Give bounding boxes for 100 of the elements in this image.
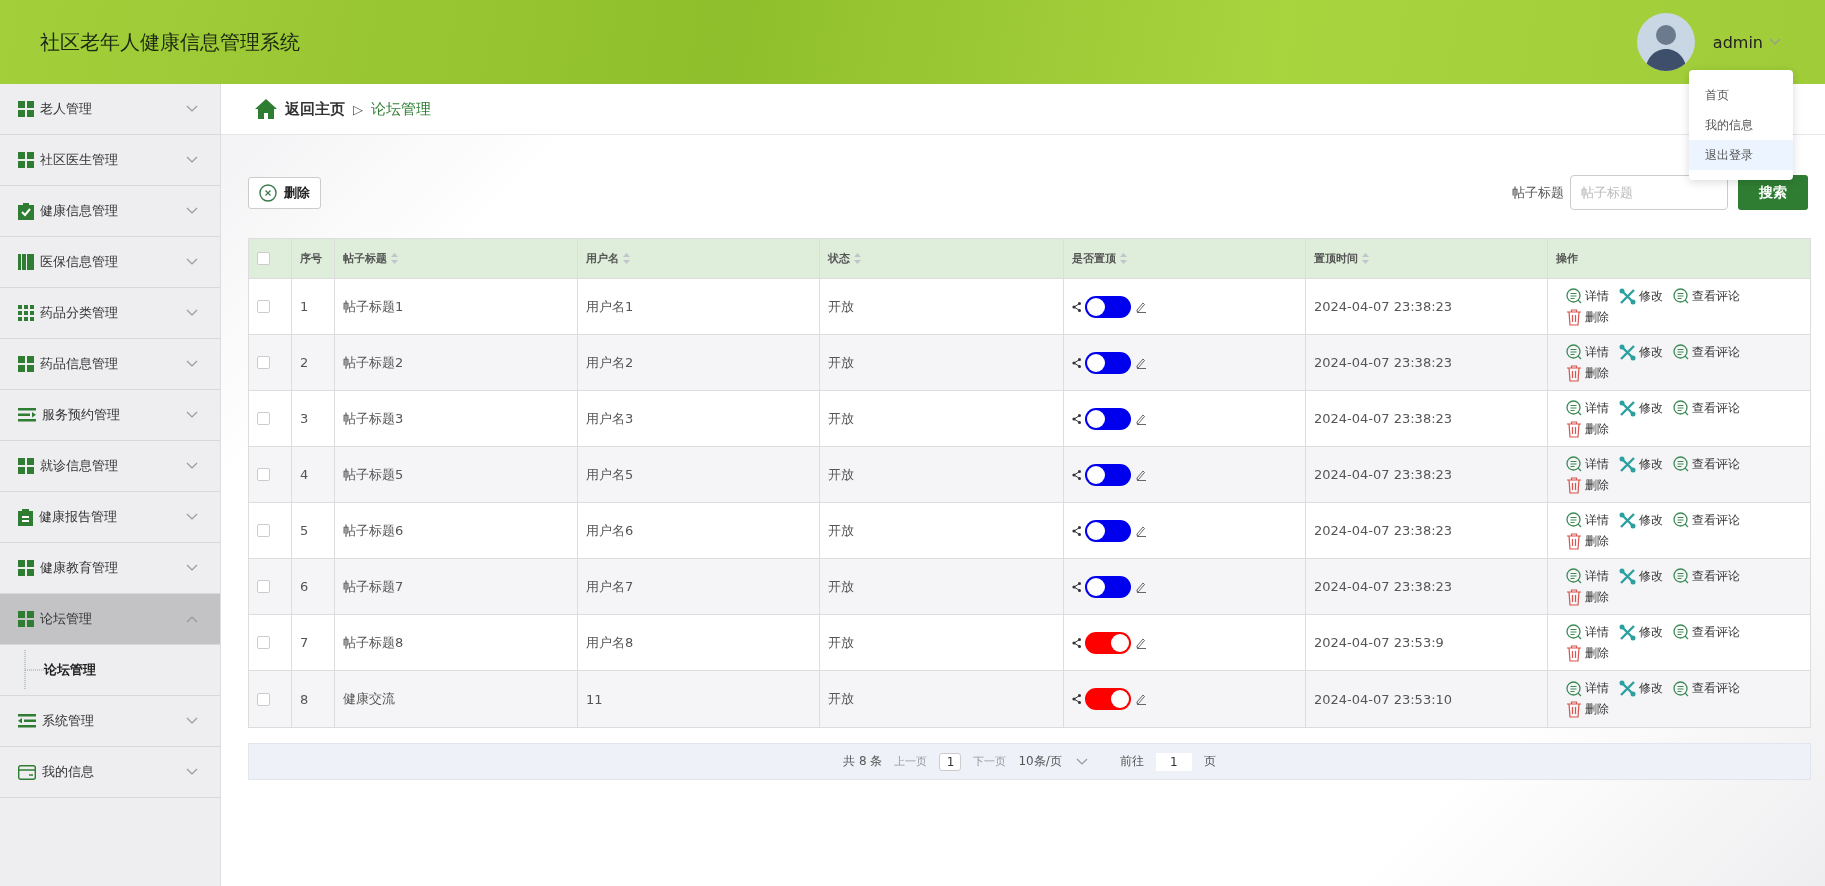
action-button[interactable]: 修改 [1619,680,1663,697]
table-cell: 2024-04-07 23:38:23 [1314,579,1453,594]
share-icon [1072,357,1081,368]
share-icon [1072,469,1081,480]
action-button[interactable]: 修改 [1619,455,1663,473]
action-button[interactable]: 查看评论 [1673,680,1740,697]
action-button[interactable]: 查看评论 [1673,623,1740,641]
sidebar-item[interactable]: 医保信息管理 [0,237,220,288]
action-button[interactable]: 删除 [1566,644,1609,662]
table-cell: 5 [300,523,309,538]
table-cell: 用户名3 [586,409,634,428]
sidebar-item[interactable]: 药品信息管理 [0,339,220,390]
sidebar-item[interactable]: 系统管理 [0,696,220,747]
search-field[interactable]: 帖子标题 [1570,175,1728,210]
action-button[interactable]: 详情 [1566,399,1609,417]
action-button[interactable]: 详情 [1566,567,1609,585]
action-button[interactable]: 修改 [1619,399,1663,417]
sidebar-label: 社区医生管理 [40,151,119,169]
toggle-switch[interactable] [1085,463,1131,486]
sidebar-item[interactable]: 我的信息 [0,747,220,798]
select-all-checkbox[interactable] [257,252,270,265]
action-button[interactable]: 修改 [1619,567,1663,585]
page-number[interactable]: 1 [939,752,962,771]
action-button[interactable]: 修改 [1619,287,1663,305]
sidebar-item[interactable]: 药品分类管理 [0,288,220,339]
action-button[interactable]: 删除 [1566,308,1609,326]
toggle-switch[interactable] [1085,519,1131,542]
dropdown-item[interactable]: 首页 [1689,80,1793,110]
sidebar-label: 论坛管理 [40,610,93,628]
row-checkbox[interactable] [257,692,270,706]
table-cell: 1 [300,299,309,314]
action-button[interactable]: 删除 [1566,588,1609,606]
page-size-select[interactable]: 10条/页 [1018,753,1088,770]
action-button[interactable]: 查看评论 [1673,511,1740,529]
share-icon [1072,413,1081,424]
action-button[interactable]: 详情 [1566,455,1609,473]
toggle-switch[interactable] [1085,575,1131,598]
pencil-icon[interactable] [1135,412,1147,425]
row-checkbox[interactable] [257,468,270,481]
action-button[interactable]: 删除 [1566,420,1609,438]
user-menu-button[interactable]: admin [1708,28,1785,56]
pencil-icon[interactable] [1135,636,1147,649]
sidebar-item[interactable]: 服务预约管理 [0,390,220,441]
table-cell: 8 [300,691,309,707]
action-button[interactable]: 详情 [1566,287,1609,305]
action-button[interactable]: 修改 [1619,623,1663,641]
action-button[interactable]: 修改 [1619,511,1663,529]
action-button[interactable]: 详情 [1566,343,1609,361]
table-cell: 开放 [828,353,854,372]
pencil-icon[interactable] [1135,693,1147,705]
home-link[interactable]: 返回主页 [285,99,345,119]
row-checkbox[interactable] [257,580,270,593]
comment-search-icon [1673,680,1689,697]
action-button[interactable]: 删除 [1566,532,1609,550]
action-button[interactable]: 修改 [1619,343,1663,361]
row-checkbox[interactable] [257,356,270,369]
toggle-switch[interactable] [1085,631,1131,654]
pencil-icon[interactable] [1135,300,1147,313]
comment-search-icon [1673,288,1689,304]
action-button[interactable]: 删除 [1566,701,1609,718]
action-button[interactable]: 删除 [1566,476,1609,494]
toggle-switch[interactable] [1085,295,1131,318]
sidebar-subitem[interactable]: 论坛管理 [44,661,96,679]
pencil-icon[interactable] [1135,356,1147,369]
toggle-switch[interactable] [1085,351,1131,374]
sidebar-item[interactable]: 论坛管理 [0,594,220,645]
row-checkbox[interactable] [257,636,270,649]
sidebar-item[interactable]: 老人管理 [0,84,220,135]
sidebar-item[interactable]: 健康信息管理 [0,186,220,237]
action-button[interactable]: 详情 [1566,680,1609,697]
sidebar-item[interactable]: 健康报告管理 [0,492,220,543]
dropdown-item[interactable]: 我的信息 [1689,110,1793,140]
table-cell: 开放 [828,297,854,316]
dropdown-item[interactable]: 退出登录 [1689,140,1793,170]
table-cell: 用户名2 [586,353,634,372]
table-cell: 开放 [828,409,854,428]
row-checkbox[interactable] [257,300,270,313]
action-button[interactable]: 查看评论 [1673,567,1740,585]
row-checkbox[interactable] [257,412,270,425]
action-button[interactable]: 查看评论 [1673,287,1740,305]
home-icon [255,99,277,119]
action-button[interactable]: 详情 [1566,623,1609,641]
table-cell: 用户名8 [586,633,634,652]
goto-label: 前往 [1119,753,1144,770]
action-button[interactable]: 详情 [1566,511,1609,529]
pencil-icon[interactable] [1135,468,1147,481]
pencil-icon[interactable] [1135,524,1147,537]
goto-page-field[interactable]: 1 [1155,752,1192,771]
action-button[interactable]: 查看评论 [1673,343,1740,361]
sidebar-item[interactable]: 就诊信息管理 [0,441,220,492]
delete-button[interactable]: 删除 [248,176,321,209]
action-button[interactable]: 查看评论 [1673,399,1740,417]
toggle-switch[interactable] [1085,688,1131,710]
action-button[interactable]: 删除 [1566,364,1609,382]
action-button[interactable]: 查看评论 [1673,455,1740,473]
pencil-icon[interactable] [1135,580,1147,593]
toggle-switch[interactable] [1085,407,1131,430]
detail-icon [1566,512,1582,528]
sidebar-item[interactable]: 社区医生管理 [0,135,220,186]
row-checkbox[interactable] [257,524,270,537]
